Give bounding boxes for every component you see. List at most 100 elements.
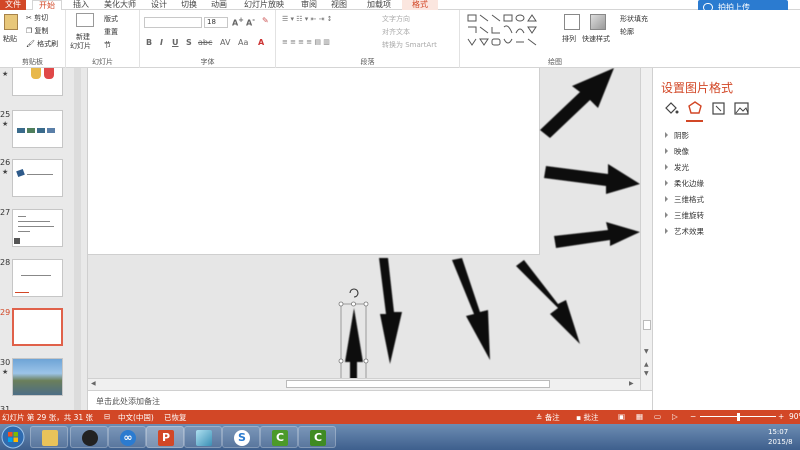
tab-addins[interactable]: 加载项 [362,0,396,10]
taskbar-camtasia[interactable]: C [260,426,298,448]
picture-tab[interactable] [734,102,749,115]
format-painter-button[interactable]: 🖌 格式刷 [26,39,58,49]
font-name-field[interactable] [144,17,202,28]
view-sorter-icon[interactable]: ▦ [636,412,643,421]
arrow-image-down-1[interactable] [379,258,402,364]
zoom-slider-thumb[interactable] [737,413,740,421]
underline-button[interactable]: U [172,38,179,47]
tab-home[interactable]: 开始 [32,0,62,10]
arrange-button[interactable]: 排列 [562,34,576,44]
layout-button[interactable]: 版式 [104,14,118,24]
slide-thumbnail-28[interactable] [12,259,63,297]
align-buttons[interactable]: ≡ ≡ ≡ ≡ ▤ ▥ [282,38,330,46]
comments-toggle[interactable]: ▪ 批注 [576,412,598,423]
horizontal-scrollbar[interactable]: ◀ ▶ [88,378,640,390]
tab-file[interactable]: 文件 [0,0,26,10]
tab-transitions[interactable]: 切换 [178,0,200,10]
vertical-scrollbar[interactable]: ▼ ▲ ▼ [640,68,652,390]
pane-item-3d-rotation[interactable]: 三维旋转 [665,210,704,221]
view-slideshow-icon[interactable]: ▷ [672,412,678,421]
list-buttons[interactable]: ☰ ▾ ☷ ▾ ⇤ ⇥ ↕ [282,15,333,23]
slide-thumbnail-25[interactable] [12,110,63,148]
pane-item-artistic-effects[interactable]: 艺术效果 [665,226,704,237]
taskbar-explorer[interactable] [30,426,68,448]
notes-toggle[interactable]: ≙ 备注 [536,412,560,423]
clear-format-button[interactable]: ✎ [262,16,269,25]
reset-button[interactable]: 重置 [104,27,118,37]
tab-view[interactable]: 视图 [328,0,350,10]
pane-item-glow[interactable]: 发光 [665,162,689,173]
section-button[interactable]: 节 [104,40,111,50]
arrow-image-right-1[interactable] [544,164,640,194]
smartart-button[interactable]: 转换为 SmartArt [382,40,437,50]
tab-insert[interactable]: 插入 [70,0,92,10]
fill-line-tab[interactable] [665,102,679,114]
pane-item-shadow[interactable]: 阴影 [665,130,689,141]
tab-animations[interactable]: 动画 [208,0,230,10]
next-slide-icon[interactable]: ▼ [644,370,649,377]
tab-beautify[interactable]: 美化大师 [100,0,140,10]
taskbar-sogou[interactable]: S [222,426,260,448]
font-size-field[interactable]: 18 [204,17,228,28]
taskbar-camtasia-recorder[interactable]: C [298,426,336,448]
taskbar-app[interactable] [184,426,222,448]
slide-thumbnail-27[interactable] [12,209,63,247]
arrow-image-down-3[interactable] [516,260,580,344]
language-status[interactable]: 中文(中国) [118,412,154,423]
paste-button[interactable]: 粘贴 [3,34,17,44]
text-direction-button[interactable]: 文字方向 [382,14,410,24]
tab-design[interactable]: 设计 [148,0,170,10]
tab-review[interactable]: 审阅 [298,0,320,10]
scroll-thumb[interactable] [643,320,651,330]
slide-thumbnail-29[interactable] [12,308,63,346]
arrow-image-up-selected[interactable] [345,308,363,380]
taskbar-qq[interactable] [70,426,108,448]
pane-item-3d-format[interactable]: 三维格式 [665,194,704,205]
view-normal-icon[interactable]: ▣ [618,412,625,421]
tab-format[interactable]: 格式 [402,0,438,10]
spellcheck-icon[interactable]: ⊟ [104,412,110,421]
slide-thumbnail-30[interactable] [12,358,63,396]
scroll-thumb[interactable] [286,380,550,388]
pane-item-reflection[interactable]: 映像 [665,146,689,157]
pane-item-soft-edges[interactable]: 柔化边缘 [665,178,704,189]
arrow-image-down-2[interactable] [452,258,490,360]
change-case-button[interactable]: Aa [238,38,248,47]
strikethrough-button[interactable]: abc [198,38,212,47]
tab-slideshow[interactable]: 幻灯片放映 [238,0,290,10]
cut-button[interactable]: ✂ 剪切 [26,13,48,23]
notes-area[interactable]: 单击此处添加备注 [88,390,652,410]
windows-start-icon[interactable] [0,424,26,450]
font-color-button[interactable]: A [258,38,264,47]
bold-button[interactable]: B [146,38,152,47]
effects-tab[interactable] [688,101,702,114]
scroll-right-icon[interactable]: ▶ [629,380,634,387]
prev-slide-icon[interactable]: ▲ [644,361,649,368]
zoom-in-icon[interactable]: + [778,412,784,421]
thumbnail-scrollbar[interactable] [74,68,81,410]
char-spacing-button[interactable]: AV [220,38,230,47]
shadow-button[interactable]: S [186,38,192,47]
shape-outline-button[interactable]: 轮廓 [620,27,634,37]
view-reading-icon[interactable]: ▭ [654,412,661,421]
shapes-gallery[interactable] [466,13,546,51]
slide-thumbnail-24[interactable] [12,68,63,96]
slide-thumbnail-26[interactable] [12,159,63,197]
align-text-button[interactable]: 对齐文本 [382,27,410,37]
shape-fill-button[interactable]: 形状填充 [620,14,648,24]
scroll-left-icon[interactable]: ◀ [91,380,96,387]
zoom-level[interactable]: 90% [789,412,800,421]
zoom-out-icon[interactable]: − [690,412,696,421]
taskbar-cloud[interactable]: ∞ [108,426,146,448]
grow-font-button[interactable]: A+ [232,16,244,28]
italic-button[interactable]: I [160,38,163,47]
arrow-image-upright[interactable] [540,68,614,138]
shrink-font-button[interactable]: A- [246,16,255,28]
size-properties-tab[interactable] [712,102,725,115]
system-clock[interactable]: 15:07 2015/8 [768,427,793,447]
scroll-arrow-down-icon[interactable]: ▼ [644,348,649,355]
copy-button[interactable]: ❐ 复制 [26,26,49,36]
arrow-image-right-2[interactable] [554,222,640,248]
taskbar-powerpoint[interactable]: P [146,426,184,448]
quick-styles-button[interactable]: 快速样式 [582,34,610,44]
